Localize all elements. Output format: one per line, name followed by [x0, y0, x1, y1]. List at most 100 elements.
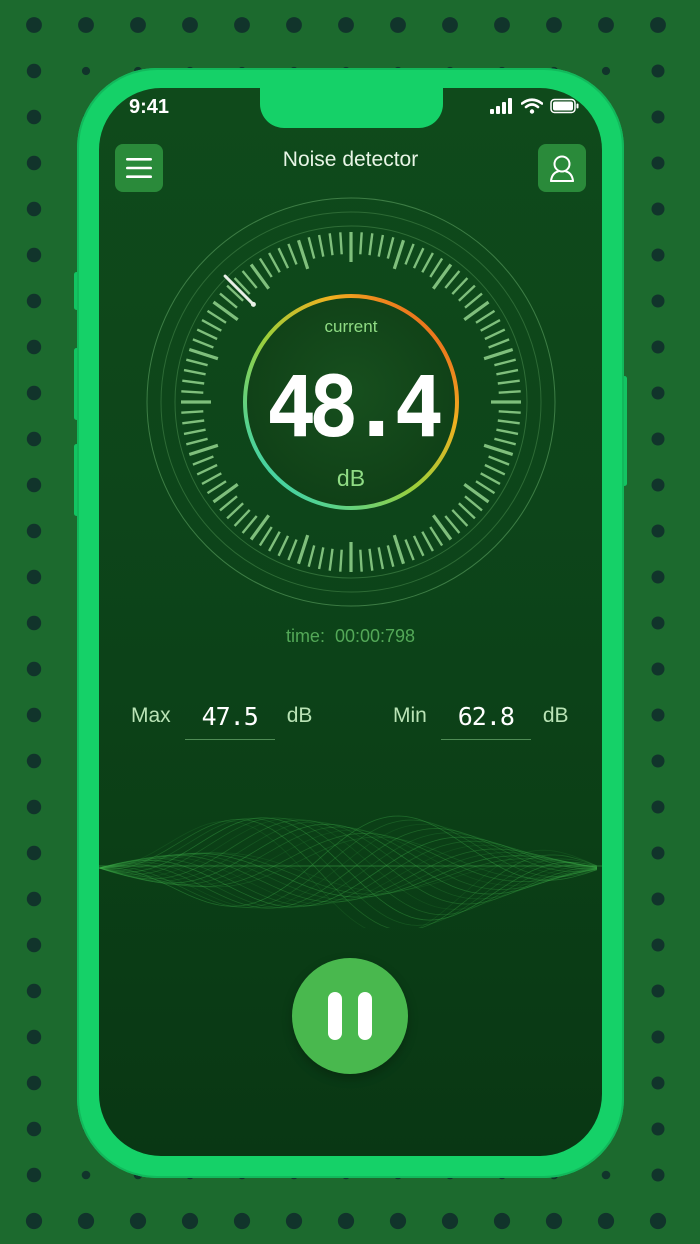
gauge-tick: [392, 239, 406, 270]
gauge-tick: [368, 548, 374, 571]
gauge-tick: [480, 319, 501, 332]
gauge-tick: [206, 480, 227, 495]
gauge-unit: dB: [337, 465, 365, 491]
gauge-tick: [359, 232, 363, 255]
gauge-tick: [196, 328, 218, 341]
min-unit: dB: [542, 704, 569, 727]
gauge-tick: [412, 247, 425, 269]
gauge-tick: [451, 509, 469, 527]
gauge-tick: [219, 495, 238, 512]
gauge-tick: [307, 236, 316, 259]
gauge-tick: [268, 531, 281, 552]
gauge-needle-tip: [250, 301, 256, 307]
gauge-tick: [339, 549, 343, 572]
gauge-tick: [488, 455, 510, 466]
pause-button[interactable]: [292, 958, 408, 1074]
gauge-tick: [258, 257, 273, 278]
gauge-tick: [328, 233, 334, 256]
gauge-tick: [241, 270, 258, 289]
battery-icon: [550, 98, 579, 114]
gauge-tick: [268, 252, 281, 273]
min-value: 62.8: [440, 702, 531, 740]
gauge-tick: [421, 252, 434, 273]
gauge-tick: [496, 368, 519, 376]
gauge-tick: [496, 428, 519, 436]
gauge-tick: [192, 338, 214, 349]
gauge-tick: [183, 428, 206, 436]
gauge-tick: [183, 368, 206, 376]
gauge-tick: [475, 480, 496, 495]
timer-label: time:: [285, 626, 325, 646]
max-unit: dB: [286, 704, 313, 727]
gauge-label: current: [325, 317, 378, 336]
pause-icon: [358, 992, 372, 1040]
max-stat: Max 47.5 dB: [131, 702, 312, 740]
gauge-tick: [377, 547, 385, 570]
gauge-tick: [451, 277, 469, 295]
gauge-tick: [188, 347, 219, 361]
gauge-tick: [498, 390, 521, 394]
gauge-tick: [185, 437, 208, 446]
gauge-tick: [494, 437, 517, 446]
gauge-tick: [188, 443, 219, 457]
gauge-tick: [277, 247, 290, 269]
gauge-tick: [484, 328, 506, 341]
gauge-tick: [317, 547, 325, 570]
gauge-tick: [206, 309, 227, 324]
gauge-tick: [484, 463, 506, 476]
min-label: Min: [393, 704, 427, 727]
timer-value: 00:00:798: [334, 626, 416, 646]
gauge-tick: [475, 309, 496, 324]
gauge-tick: [464, 495, 483, 512]
wave-line: [99, 840, 598, 907]
gauge-tick: [488, 338, 510, 349]
gauge-tick: [368, 233, 374, 256]
profile-button[interactable]: [538, 144, 586, 192]
timer: time: 00:00:798: [99, 626, 602, 647]
gauge-tick: [182, 379, 205, 385]
gauge-tick: [444, 270, 461, 289]
wave-line: [99, 820, 598, 928]
gauge-tick: [241, 515, 258, 534]
gauge-tick: [483, 443, 514, 457]
page-title: Noise detector: [282, 148, 419, 171]
gauge-tick: [458, 502, 476, 520]
gauge-value: 48.4: [266, 358, 441, 456]
gauge-tick: [359, 549, 363, 572]
gauge-tick: [480, 472, 501, 485]
gauge-tick: [233, 509, 251, 527]
gauge-tick: [392, 534, 406, 565]
gauge-tick: [307, 545, 316, 568]
pause-icon: [328, 992, 342, 1040]
gauge-tick: [377, 234, 385, 257]
gauge-tick: [404, 243, 415, 265]
profile-icon: [550, 155, 574, 182]
app-screen: 9:41 Noise detector current 48.4 dB time…: [99, 88, 602, 1156]
gauge-tick: [458, 284, 476, 302]
min-stat: Min 62.8 dB: [393, 702, 569, 740]
gauge-tick: [339, 232, 343, 255]
gauge-tick: [296, 534, 310, 565]
gauge-tick: [386, 545, 395, 568]
gauge-tick: [287, 243, 298, 265]
gauge-tick: [226, 502, 244, 520]
noise-gauge: current 48.4 dB: [146, 197, 556, 607]
max-value: 47.5: [184, 702, 275, 740]
signal-icon: [490, 98, 512, 114]
gauge-tick: [192, 455, 214, 466]
gauge-tick: [497, 419, 520, 425]
gauge-tick: [386, 236, 395, 259]
gauge-tick: [277, 535, 290, 557]
gauge-tick: [196, 463, 218, 476]
max-label: Max: [131, 704, 171, 727]
gauge-tick: [219, 292, 238, 309]
gauge-tick: [429, 257, 444, 278]
gauge-tick: [483, 347, 514, 361]
status-icons: [490, 98, 580, 114]
gauge-tick: [429, 526, 444, 547]
gauge-tick: [498, 410, 521, 414]
gauge-tick: [185, 358, 208, 367]
gauge-tick: [328, 548, 334, 571]
gauge-tick: [181, 390, 204, 394]
gauge-tick: [412, 535, 425, 557]
